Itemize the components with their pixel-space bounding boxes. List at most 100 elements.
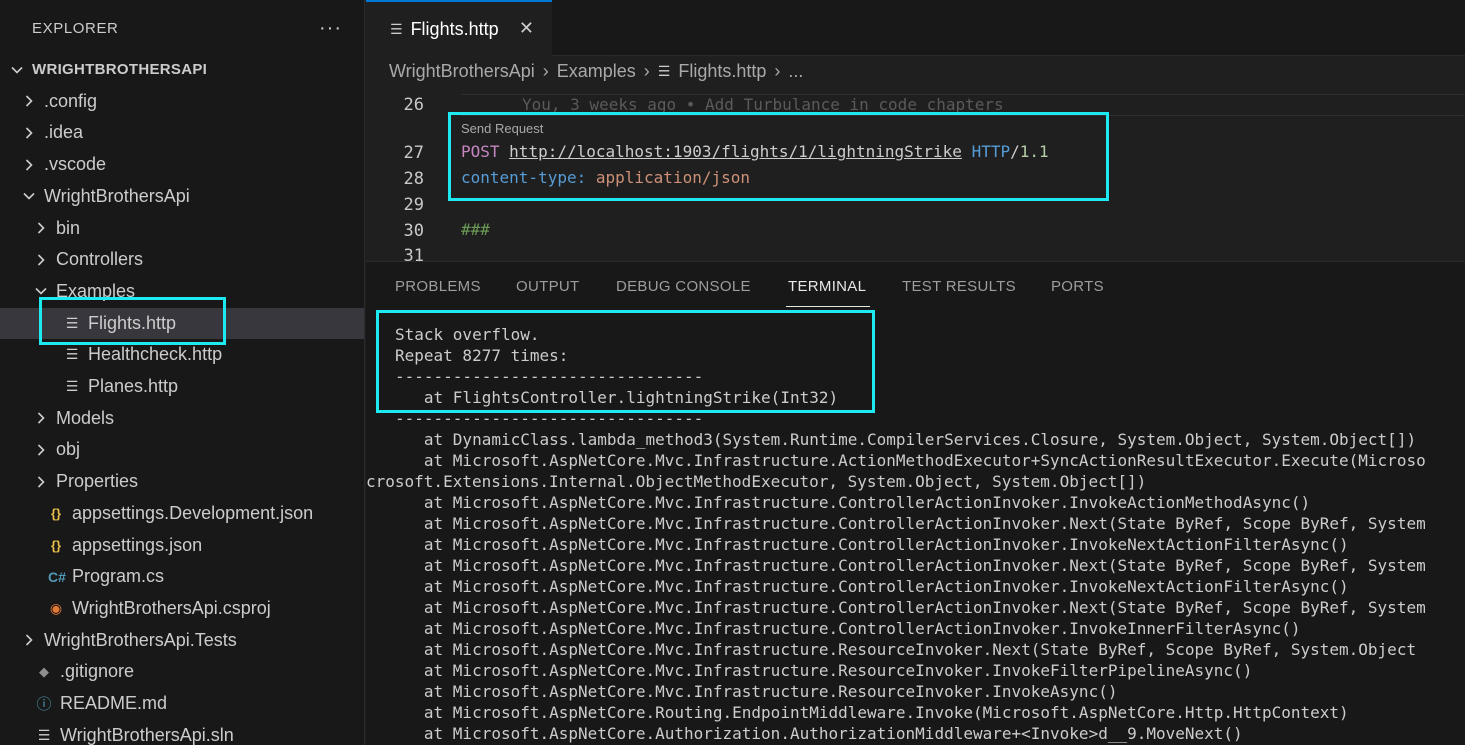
tree-item[interactable]: WrightBrothersApi — [0, 181, 364, 212]
tab-debug-console[interactable]: DEBUG CONSOLE — [616, 278, 751, 295]
json-braces-icon: {} — [50, 505, 62, 521]
tree-item[interactable]: ☰ Flights.http — [0, 307, 364, 339]
header-value: application/json — [595, 168, 750, 187]
line-number: 27 — [403, 143, 424, 163]
rss-project-icon: ◉ — [49, 599, 63, 616]
tree-item[interactable]: {} appsettings.Development.json — [0, 498, 364, 529]
request-separator: ### — [461, 220, 490, 239]
terminal-line: at Microsoft.AspNetCore.Mvc.Infrastructu… — [395, 577, 1349, 596]
tree-item[interactable]: Controllers — [0, 244, 364, 275]
line-number: 29 — [403, 195, 424, 215]
tab-terminal[interactable]: TERMINAL — [788, 278, 866, 295]
bottom-panel: PROBLEMS OUTPUT DEBUG CONSOLE TERMINAL T… — [366, 261, 1465, 745]
file-lines-icon: ☰ — [390, 20, 403, 37]
tree-item[interactable]: Examples — [0, 276, 364, 307]
chevron-right-icon — [34, 221, 48, 235]
tree-item[interactable]: ☰ Planes.http — [0, 371, 364, 402]
breadcrumb-item-project[interactable]: WrightBrothersApi — [389, 61, 535, 82]
tree-item-label: WrightBrothersApi.Tests — [44, 629, 237, 650]
json-braces-icon: {} — [50, 537, 62, 553]
chevron-right-icon — [22, 158, 36, 172]
terminal-line: at Microsoft.AspNetCore.Mvc.Infrastructu… — [395, 493, 1311, 512]
terminal-line: -------------------------------- — [395, 367, 704, 386]
terminal-line: at Microsoft.AspNetCore.Mvc.Infrastructu… — [395, 619, 1301, 638]
terminal-line: at FlightsController.lightningStrike(Int… — [395, 388, 839, 407]
tree-item[interactable]: C# Program.cs — [0, 561, 364, 592]
chevron-right-icon — [34, 253, 48, 267]
tree-item-label: WrightBrothersApi.sln — [60, 724, 234, 745]
tree-item[interactable]: ☰ WrightBrothersApi.sln — [0, 720, 364, 745]
chevron-right-icon: › — [643, 60, 650, 81]
tab-output[interactable]: OUTPUT — [516, 278, 579, 295]
tree-item-label: .gitignore — [60, 661, 135, 682]
request-url[interactable]: http://localhost:1903/flights/1/lightnin… — [509, 142, 962, 161]
breadcrumb-item-examples[interactable]: Examples — [557, 61, 636, 82]
terminal-line: at Microsoft.AspNetCore.Mvc.Infrastructu… — [395, 682, 1118, 701]
line-number: 31 — [403, 246, 424, 261]
chevron-right-icon — [22, 633, 36, 647]
tree-item-label: Flights.http — [88, 312, 177, 333]
terminal-line: at Microsoft.AspNetCore.Mvc.Infrastructu… — [395, 535, 1349, 554]
panel-tabs: PROBLEMS OUTPUT DEBUG CONSOLE TERMINAL T… — [366, 262, 1465, 312]
tree-item[interactable]: .config — [0, 86, 364, 117]
tree-item[interactable]: {} appsettings.json — [0, 530, 364, 561]
tree-item-label: Program.cs — [72, 566, 165, 587]
tree-item[interactable]: bin — [0, 213, 364, 244]
tab-label: Flights.http — [410, 18, 499, 39]
tree-item[interactable]: obj — [0, 434, 364, 465]
tree-item[interactable]: ⓘ README.md — [0, 688, 364, 719]
tree-item[interactable]: .idea — [0, 117, 364, 148]
terminal-line: at Microsoft.AspNetCore.Authorization.Au… — [395, 724, 1243, 743]
tree-item-label: Properties — [56, 471, 139, 492]
tree-item[interactable]: ◆ .gitignore — [0, 656, 364, 687]
explorer-sidebar: EXPLORER ··· WRIGHTBROTHERSAPI .config .id… — [0, 0, 365, 745]
tab-flights-http[interactable]: ☰ Flights.http ✕ — [366, 0, 552, 56]
tree-item-label: README.md — [60, 693, 168, 713]
terminal-line: at DynamicClass.lambda_method3(System.Ru… — [395, 430, 1417, 449]
close-tab-icon[interactable]: ✕ — [519, 18, 534, 39]
chevron-right-icon — [22, 126, 36, 140]
breadcrumb: WrightBrothersApi › Examples › ☰ Flights… — [366, 56, 1465, 86]
terminal-line: at Microsoft.AspNetCore.Mvc.Infrastructu… — [395, 640, 1417, 659]
terminal-line: -------------------------------- — [395, 409, 704, 428]
tree-item-label: .config — [44, 90, 98, 111]
send-request-codelens[interactable]: Send Request — [461, 121, 543, 136]
chevron-right-icon: › — [542, 60, 549, 81]
tree-item-label: .idea — [44, 122, 84, 143]
terminal-line: at Microsoft.AspNetCore.Mvc.Infrastructu… — [395, 451, 1426, 470]
terminal-output[interactable]: Stack overflow. Repeat 8277 times: -------… — [366, 324, 1426, 744]
tree-item-label: .vscode — [44, 154, 107, 175]
breadcrumb-item-file[interactable]: Flights.http — [678, 61, 766, 82]
tree-item[interactable]: .vscode — [0, 149, 364, 180]
line-number: 28 — [403, 169, 424, 189]
tree-item-label: appsettings.Development.json — [72, 502, 314, 523]
header-key: content-type: — [461, 168, 587, 187]
tree-item[interactable]: ◉ WrightBrothersApi.csproj — [0, 593, 364, 624]
tree-item[interactable]: WRIGHTBROTHERSAPI — [0, 54, 364, 85]
tree-item[interactable]: WrightBrothersApi.Tests — [0, 625, 364, 656]
tree-item[interactable]: Models — [0, 403, 364, 434]
tree-item-label: Healthcheck.http — [88, 344, 223, 365]
request-line: POST http://localhost:1903/flights/1/lig… — [461, 142, 1049, 161]
git-blame-annotation: You, 3 weeks ago • Add Turbulance in cod… — [522, 95, 1004, 114]
tree-item-label: WrightBrothersApi — [44, 185, 190, 206]
chevron-down-icon — [10, 63, 24, 77]
editor-tab-bar: ☰ Flights.http ✕ — [366, 0, 1465, 56]
chevron-right-icon — [22, 94, 36, 108]
tree-item[interactable]: Properties — [0, 466, 364, 497]
csharp-icon: C# — [48, 568, 66, 585]
file-lines-icon: ☰ — [657, 62, 671, 79]
code-editor[interactable]: 26 You, 3 weeks ago • Add Turbulance in … — [366, 86, 1465, 261]
active-tab-indicator — [786, 306, 870, 307]
file-lines-icon: ☰ — [65, 378, 79, 394]
terminal-line: at Microsoft.AspNetCore.Mvc.Infrastructu… — [395, 661, 1253, 680]
terminal-line: at Microsoft.AspNetCore.Mvc.Infrastructu… — [395, 556, 1426, 575]
tree-item[interactable]: ☰ Healthcheck.http — [0, 339, 364, 370]
breadcrumb-item-symbol[interactable]: ... — [788, 61, 803, 82]
tab-problems[interactable]: PROBLEMS — [395, 278, 481, 295]
tab-test-results[interactable]: TEST RESULTS — [902, 278, 1016, 295]
more-actions-icon[interactable]: ··· — [319, 17, 342, 40]
tab-ports[interactable]: PORTS — [1051, 278, 1104, 295]
tree-item-label: Models — [56, 407, 115, 428]
terminal-line: Repeat 8277 times: — [395, 346, 569, 365]
